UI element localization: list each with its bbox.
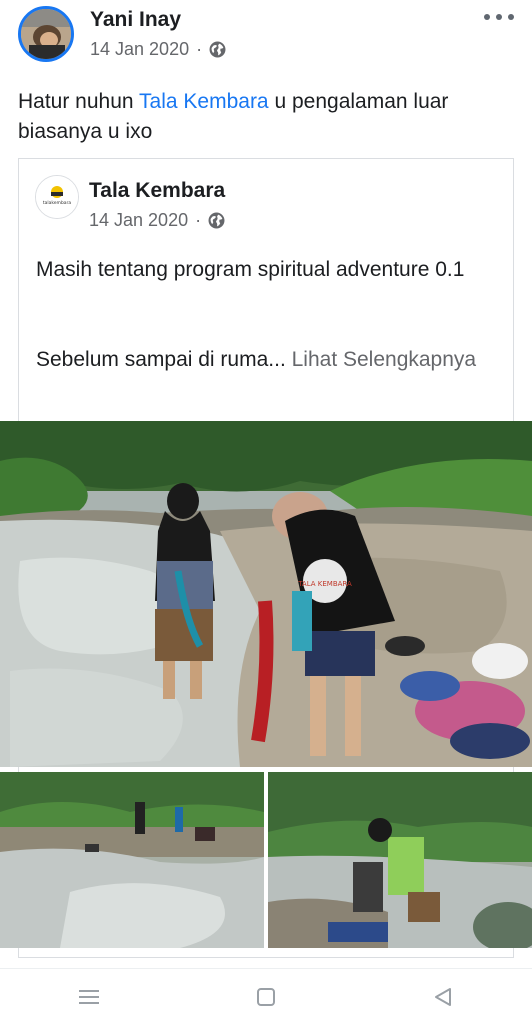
mention-link[interactable]: Tala Kembara [139, 90, 269, 113]
shared-meta-separator: · [195, 210, 202, 230]
shared-page-avatar[interactable]: talakembara [35, 175, 79, 219]
photo-thumbnail-2[interactable] [268, 772, 532, 948]
globe-icon [209, 41, 226, 58]
post-text-before: Hatur nuhun [18, 90, 140, 113]
post-meta: 14 Jan 2020 · [90, 39, 226, 60]
shared-post-text-truncated: Sebelum sampai di ruma... Lihat Selengka… [36, 345, 496, 375]
shared-post-text: Masih tentang program spiritual adventur… [36, 258, 465, 281]
more-horizontal-icon[interactable] [484, 10, 514, 24]
author-name[interactable]: Yani Inay [90, 8, 181, 32]
meta-separator: · [196, 39, 203, 59]
svg-text:talakembara: talakembara [43, 200, 72, 206]
system-navigation-bar [0, 968, 532, 1025]
svg-text:TALA KEMBARA: TALA KEMBARA [297, 580, 352, 588]
shared-post-date[interactable]: 14 Jan 2020 [89, 210, 188, 231]
main-photo[interactable]: TALA KEMBARA [0, 421, 532, 767]
post-header: Yani Inay 14 Jan 2020 · [0, 0, 532, 80]
post-date[interactable]: 14 Jan 2020 [90, 39, 189, 60]
shared-post-meta: 14 Jan 2020 · [89, 210, 225, 231]
photo-thumbnail-1[interactable] [0, 772, 264, 948]
author-avatar[interactable] [18, 6, 74, 62]
see-more-link[interactable]: Lihat Selengkapnya [292, 348, 476, 371]
post-text: Hatur nuhun Tala Kembara u pengalaman lu… [18, 87, 518, 147]
globe-icon [208, 212, 225, 229]
square-home-icon[interactable] [246, 977, 286, 1017]
shared-truncated-text: Sebelum sampai di ruma... [36, 348, 292, 371]
shared-page-name[interactable]: Tala Kembara [89, 179, 225, 203]
triangle-back-icon[interactable] [423, 977, 463, 1017]
menu-icon[interactable] [69, 977, 109, 1017]
